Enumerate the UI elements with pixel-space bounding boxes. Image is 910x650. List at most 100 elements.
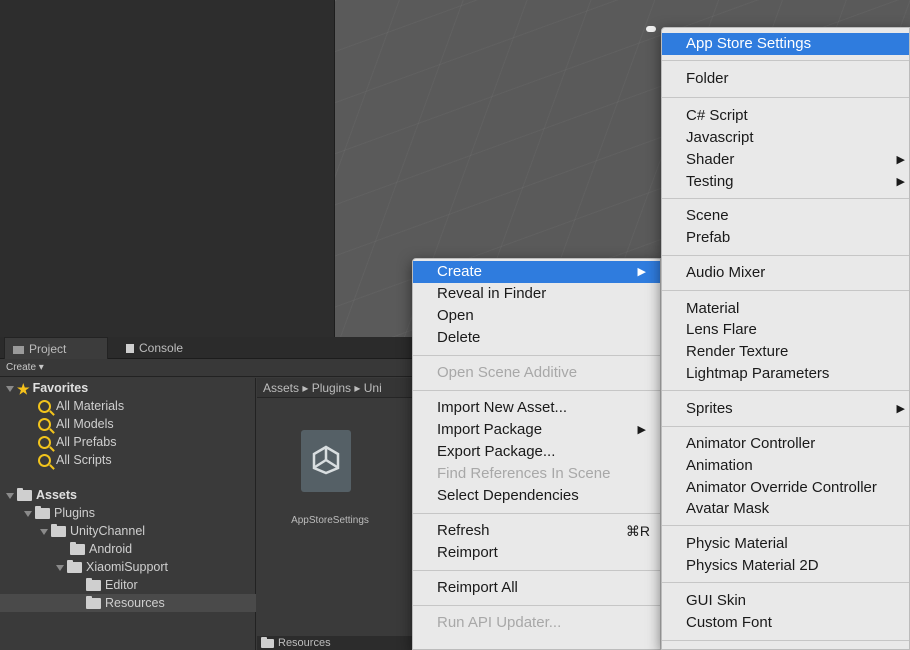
tree-item-unitychannel[interactable]: UnityChannel [0,522,256,540]
menu-item-open[interactable]: Open [413,305,660,327]
favorite-item[interactable]: All Prefabs [0,433,256,451]
menu-item-refresh[interactable]: Refresh ⌘R [413,520,660,542]
menu-item-reimport[interactable]: Reimport [413,542,660,564]
tab-project[interactable]: Project [4,337,108,359]
menu-item-animation[interactable]: Animation [662,455,909,477]
menu-separator [413,513,660,514]
expand-arrow-icon[interactable] [6,492,14,499]
tree-item-android[interactable]: Android [0,540,256,558]
tree-label: Assets [36,488,77,502]
menu-item-physic-material[interactable]: Physic Material [662,533,909,555]
menu-separator [413,355,660,356]
menu-item-import-new-asset[interactable]: Import New Asset... [413,397,660,419]
folder-tree: ★ Favorites All Materials All Models All … [0,378,256,650]
menu-item-label: Material [686,300,740,317]
menu-item-label: Reveal in Finder [437,285,547,302]
menu-item-lens-flare[interactable]: Lens Flare [662,319,909,341]
menu-item-physics-material-2d[interactable]: Physics Material 2D [662,555,909,577]
tree-item-resources[interactable]: Resources [0,594,256,612]
favorite-item[interactable]: All Models [0,415,256,433]
menu-item-select-dependencies[interactable]: Select Dependencies [413,485,660,507]
menu-item-label: Export Package... [437,443,556,460]
menu-item-label: Prefab [686,229,731,246]
menu-item-import-package[interactable]: Import Package ▶ [413,419,660,441]
menu-item-animator-controller[interactable]: Animator Controller [662,433,909,455]
context-menu: Create ▶ Reveal in Finder Open Delete Ope… [412,258,661,650]
menu-item-folder[interactable]: Folder [662,68,909,90]
menu-item-export-package[interactable]: Export Package... [413,441,660,463]
favorites-label: Favorites [32,381,89,395]
favorite-item[interactable]: All Materials [0,397,256,415]
asset-label[interactable]: AppStoreSettings [260,515,400,526]
menu-item-app-store-settings[interactable]: App Store Settings [662,33,909,55]
menu-item-label: Audio Mixer [686,264,766,281]
menu-item-create[interactable]: Create ▶ [413,261,660,283]
search-icon [38,454,51,468]
menu-item-material[interactable]: Material [662,298,909,320]
menu-item-label: Testing [686,173,734,190]
menu-item-label: Open [437,307,474,324]
menu-item-delete[interactable]: Delete [413,327,660,349]
favorite-label: All Materials [56,399,125,413]
menu-item-sprites[interactable]: Sprites ▶ [662,398,909,420]
menu-item-custom-font[interactable]: Custom Font [662,612,909,634]
menu-item-testing[interactable]: Testing ▶ [662,171,909,193]
create-dropdown[interactable]: Create ▾ [6,360,44,376]
menu-item-javascript[interactable]: Javascript [662,127,909,149]
menu-item-shader[interactable]: Shader ▶ [662,149,909,171]
tab-console[interactable]: Console [118,337,218,359]
menu-item-label: GUI Skin [686,592,747,609]
search-icon [38,436,51,450]
unity-asset-icon [312,445,340,475]
tree-item-editor[interactable]: Editor [0,576,256,594]
favorite-item[interactable]: All Scripts [0,451,256,469]
project-toolbar: Create ▾ [0,359,420,377]
menu-item-label: Open Scene Additive [437,364,578,381]
menu-item-avatar-mask[interactable]: Avatar Mask [662,498,909,520]
menu-item-audio-mixer[interactable]: Audio Mixer [662,262,909,284]
hierarchy-panel [0,0,335,337]
menu-separator [413,605,660,606]
folder-icon [35,506,50,520]
menu-item-label: Custom Font [686,614,772,631]
menu-item-reveal-in-finder[interactable]: Reveal in Finder [413,283,660,305]
tree-item-plugins[interactable]: Plugins [0,504,256,522]
tree-item-assets[interactable]: Assets [0,486,256,504]
menu-item-find-references[interactable]: Find References In Scene [413,463,660,485]
favorites-section[interactable]: ★ Favorites [0,379,256,397]
breadcrumb[interactable]: Assets ▸ Plugins ▸ Uni [257,378,420,398]
tree-item-xiaomisupport[interactable]: XiaomiSupport [0,558,256,576]
menu-item-label: Scene [686,207,729,224]
menu-item-render-texture[interactable]: Render Texture [662,341,909,363]
menu-item-label: Reimport All [437,579,518,596]
expand-arrow-icon[interactable] [40,528,48,535]
scene-gizmo-icon[interactable] [646,26,656,32]
search-icon [38,418,51,432]
menu-item-label: Folder [686,70,729,87]
expand-arrow-icon[interactable] [6,385,14,392]
menu-item-csharp-script[interactable]: C# Script [662,105,909,127]
expand-arrow-icon[interactable] [56,564,64,571]
favorite-label: All Scripts [56,453,112,467]
menu-item-scene[interactable]: Scene [662,205,909,227]
menu-item-label: Import Package [437,421,543,438]
menu-item-prefab[interactable]: Prefab [662,227,909,249]
tab-bar: Project Console [0,337,420,359]
menu-item-gui-skin[interactable]: GUI Skin [662,590,909,612]
shortcut-label: ⌘R [625,523,650,539]
menu-item-label: Animator Override Controller [686,479,877,496]
path-label: Resources [278,637,331,649]
folder-icon [86,578,101,592]
menu-item-open-scene-additive[interactable]: Open Scene Additive [413,362,660,384]
star-icon: ★ [17,380,30,397]
menu-separator [662,525,909,526]
menu-separator [662,290,909,291]
menu-item-animator-override-controller[interactable]: Animator Override Controller [662,477,909,499]
menu-item-run-api-updater[interactable]: Run API Updater... [413,612,660,634]
menu-item-label: Lightmap Parameters [686,365,830,382]
expand-arrow-icon[interactable] [24,510,32,517]
folder-icon [261,636,274,648]
menu-item-reimport-all[interactable]: Reimport All [413,577,660,599]
asset-item-appstoresettings[interactable] [301,430,351,492]
menu-item-lightmap-parameters[interactable]: Lightmap Parameters [662,363,909,385]
